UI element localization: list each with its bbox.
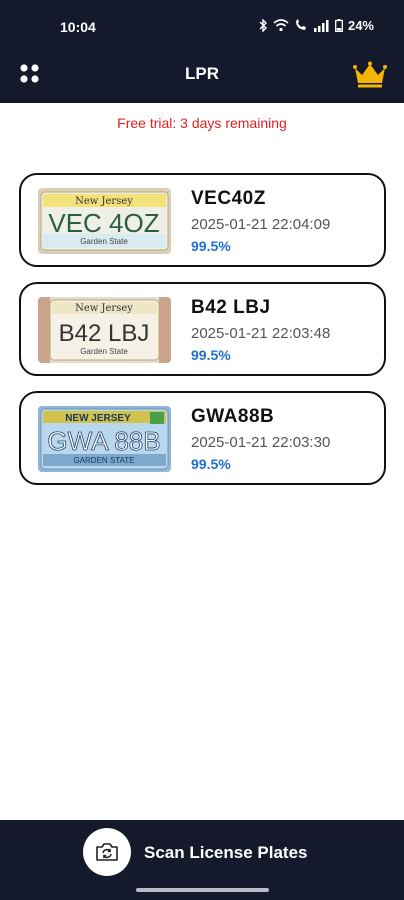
plate-confidence: 99.5% (191, 347, 231, 363)
wifi-icon (273, 19, 289, 32)
plate-confidence: 99.5% (191, 238, 231, 254)
signal-icon (313, 19, 329, 32)
plate-card[interactable]: NEW JERSEY GWA 88B GARDEN STATE GWA88B 2… (19, 391, 386, 485)
plate-image-text: B42 LBJ (59, 320, 150, 347)
bluetooth-icon (259, 19, 267, 32)
trial-banner: Free trial: 3 days remaining (117, 115, 287, 131)
scan-button[interactable] (83, 828, 131, 876)
plate-card[interactable]: New Jersey B42 LBJ Garden State B42 LBJ … (19, 282, 386, 376)
plate-number: B42 LBJ (191, 297, 271, 318)
plate-image-state: New Jersey (75, 303, 133, 314)
plate-timestamp: 2025-01-21 22:03:48 (191, 325, 331, 342)
plate-image: NEW JERSEY GWA 88B GARDEN STATE (38, 406, 171, 472)
premium-button[interactable] (352, 61, 388, 89)
plate-image-motto: Garden State (80, 237, 128, 246)
plate-image: New Jersey VEC 4OZ Garden State (38, 188, 171, 254)
plate-number: GWA88B (191, 406, 275, 427)
scan-label[interactable]: Scan License Plates (144, 843, 307, 863)
plate-image: New Jersey B42 LBJ Garden State (38, 297, 171, 363)
home-indicator[interactable] (136, 888, 269, 892)
bottom-bar: Scan License Plates (0, 820, 404, 900)
plate-image-state: NEW JERSEY (65, 413, 131, 424)
camera-switch-icon (96, 843, 118, 861)
plate-timestamp: 2025-01-21 22:03:30 (191, 434, 331, 451)
status-icons: 24% (259, 18, 374, 33)
plate-image-text: VEC 4OZ (48, 208, 159, 238)
top-app-bar: 10:04 24% LPR (0, 0, 404, 103)
plate-image-text: GWA 88B (47, 426, 160, 456)
plate-card[interactable]: New Jersey VEC 4OZ Garden State VEC40Z 2… (19, 173, 386, 267)
plate-image-state: New Jersey (75, 196, 133, 207)
plate-number: VEC40Z (191, 188, 266, 209)
status-time: 10:04 (60, 19, 96, 35)
crown-icon (353, 61, 387, 88)
plate-confidence: 99.5% (191, 456, 231, 472)
plate-image-motto: Garden State (80, 347, 128, 356)
battery-icon (335, 19, 343, 32)
wifi-calling-icon (295, 19, 306, 30)
battery-percent: 24% (347, 18, 374, 33)
status-bar: 10:04 24% (0, 0, 404, 56)
plate-image-motto: GARDEN STATE (73, 456, 134, 465)
plate-timestamp: 2025-01-21 22:04:09 (191, 216, 331, 233)
app-title: LPR (185, 64, 219, 83)
